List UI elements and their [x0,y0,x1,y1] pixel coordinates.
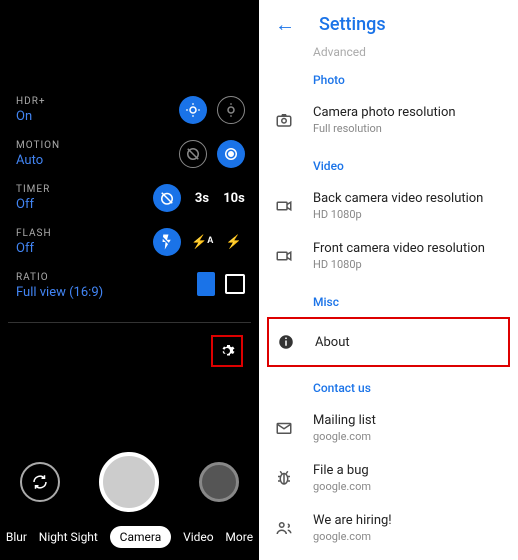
item-sub: Full resolution [313,122,502,135]
section-photo: Photo [259,59,518,95]
item-title: Mailing list [313,413,502,428]
hdr-row: HDR+ On [8,96,251,140]
mode-selector: Blur Night Sight Camera Video More [0,526,259,548]
flash-off-icon[interactable] [153,228,181,256]
video-icon [275,247,293,265]
ratio-value: Full view (16:9) [16,285,103,300]
motion-label: MOTION [16,140,60,151]
hdr-label: HDR+ [16,96,46,107]
timer-3s[interactable]: 3s [191,191,213,206]
section-video: Video [259,145,518,181]
item-sub: google.com [313,530,502,543]
motion-value: Auto [16,153,60,168]
mode-blur[interactable]: Blur [6,530,27,544]
flash-on[interactable]: ⚡ [223,235,245,250]
filter-button[interactable] [199,462,239,502]
timer-10s[interactable]: 10s [223,191,245,206]
item-title: Front camera video resolution [313,241,502,256]
motion-row: MOTION Auto [8,140,251,184]
camera-icon [275,111,293,129]
prev-item[interactable]: Advanced [259,45,518,59]
flash-value: Off [16,241,52,256]
ratio-square-icon[interactable] [225,274,245,294]
ratio-full-icon[interactable] [197,272,215,296]
item-sub: HD 1080p [313,208,502,221]
motion-auto-icon[interactable] [217,140,245,168]
timer-off-icon[interactable] [153,184,181,212]
camera-app: HDR+ On MOTION Auto TIMER Off 3s 10s FLASH O… [0,0,259,560]
settings-title: Settings [319,14,386,35]
ratio-label: RATIO [16,272,103,283]
switch-camera-button[interactable] [20,462,60,502]
bug-icon [275,469,293,487]
flash-label: FLASH [16,228,52,239]
ratio-row: RATIO Full view (16:9) [8,272,251,316]
mailing-list-item[interactable]: Mailing list google.com [259,403,518,453]
timer-label: TIMER [16,184,50,195]
flash-row: FLASH Off ⚡ᴬ ⚡ [8,228,251,272]
file-bug-item[interactable]: File a bug google.com [259,453,518,503]
settings-header: ← Settings [259,0,518,49]
back-video-item[interactable]: Back camera video resolution HD 1080p [259,181,518,231]
hdr-enhanced-icon[interactable] [217,96,245,124]
front-video-item[interactable]: Front camera video resolution HD 1080p [259,231,518,281]
info-icon [277,333,295,351]
camera-controls [0,452,259,512]
divider [8,322,251,323]
mode-more[interactable]: More [225,530,253,544]
photo-resolution-item[interactable]: Camera photo resolution Full resolution [259,95,518,145]
mode-night[interactable]: Night Sight [39,530,98,544]
timer-value: Off [16,197,50,212]
mode-camera[interactable]: Camera [110,526,172,548]
camera-settings-panel: HDR+ On MOTION Auto TIMER Off 3s 10s FLASH O… [8,96,251,373]
shutter-button[interactable] [99,452,159,512]
item-title: File a bug [313,463,502,478]
hiring-item[interactable]: We are hiring! google.com [259,503,518,553]
item-sub: HD 1080p [313,258,502,271]
item-sub: google.com [313,430,502,443]
item-title: About [315,335,500,350]
mail-icon [275,419,293,437]
section-contact: Contact us [259,367,518,403]
about-highlight: About [267,317,510,367]
people-icon [275,519,293,537]
item-title: Camera photo resolution [313,105,502,120]
mode-video[interactable]: Video [183,530,214,544]
item-title: Back camera video resolution [313,191,502,206]
settings-button[interactable] [211,335,243,367]
about-item[interactable]: About [269,319,508,365]
hdr-value: On [16,109,46,124]
hdr-on-icon[interactable] [179,96,207,124]
motion-off-icon[interactable] [179,140,207,168]
section-misc: Misc [259,281,518,317]
back-button[interactable]: ← [275,12,295,37]
settings-app: ← Settings Advanced Photo Camera photo r… [259,0,518,560]
flash-auto[interactable]: ⚡ᴬ [191,234,213,250]
item-sub: google.com [313,480,502,493]
timer-row: TIMER Off 3s 10s [8,184,251,228]
item-title: We are hiring! [313,513,502,528]
video-icon [275,197,293,215]
